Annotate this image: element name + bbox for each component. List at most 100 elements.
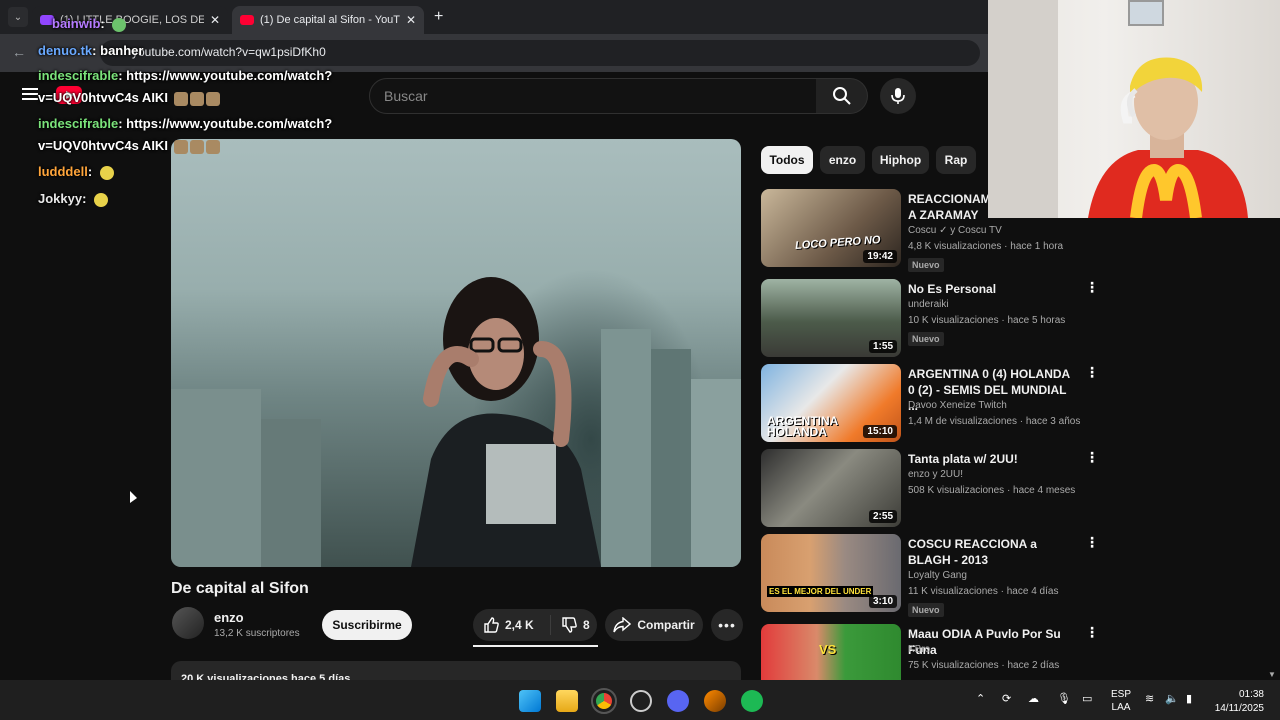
video-duration: 2:55 [868,510,897,523]
thumbnail-caption: VS [819,642,837,657]
chat-message: indescifrable: https://www.youtube.com/w… [38,68,333,83]
video-thumbnail[interactable]: ES EL MEJOR DEL UNDER 3:10 [761,534,901,612]
tab-list-dropdown[interactable]: ⌄ [8,7,28,27]
like-dislike-group: 2,4 K 8 [473,609,597,641]
more-actions-button[interactable]: ••• [711,609,743,641]
recommendation-channel[interactable]: Loyalty Gang [908,570,967,581]
share-button[interactable]: Compartir [605,609,703,641]
video-player[interactable] [171,139,741,567]
channel-avatar[interactable] [172,607,204,639]
windows-start-icon[interactable] [519,690,541,712]
display-icon[interactable]: ▭ [1082,692,1092,705]
video-thumbnail[interactable]: 1:55 [761,279,901,357]
more-options-icon[interactable]: ⋮ [1085,279,1099,296]
emote-icon [205,91,220,106]
back-arrow-icon[interactable]: ← [12,44,26,60]
chat-text: banher [100,43,144,58]
video-duration: 1:55 [868,340,897,353]
url-text[interactable]: youtube.com/watch?v=qw1psiDfKh0 [132,45,326,59]
clock-date: 14/11/2025 [1214,703,1264,714]
video-thumbnail[interactable]: LOCO PERO NO 19:42 [761,189,901,267]
video-thumbnail[interactable]: 2:55 [761,449,901,527]
dislike-button[interactable]: 8 [551,617,590,633]
recommendation-title[interactable]: REACCIONAMOS A ZARAMAY al ES [908,191,988,223]
emote-icon [205,139,220,154]
chat-username: denuo.tk [38,43,93,58]
volume-icon[interactable]: 🔈 [1165,692,1179,705]
recommendation-meta: 10 K visualizaciones · hace 5 horas [908,315,1066,326]
search-button[interactable] [816,78,868,114]
channel-name[interactable]: enzo [214,610,244,625]
recommendation-channel[interactable]: enzo y 2UU! [908,469,963,480]
more-options-icon[interactable]: ⋮ [1085,624,1099,641]
recommendation-channel[interactable]: Coscu ✓ y Coscu TV [908,225,1002,236]
recommendation-item[interactable]: 1:55 No Es Personal underaiki 10 K visua… [761,279,1101,359]
video-duration: 19:42 [863,250,897,263]
chat-text: https://www.youtube.com/watch? [126,116,333,131]
cloud-icon[interactable]: ☁ [1028,692,1039,705]
chip-enzo[interactable]: enzo [820,146,865,174]
chevron-up-icon[interactable]: ⌃ [976,692,985,705]
voice-search-button[interactable] [880,78,916,114]
search-input[interactable]: Buscar [369,78,817,114]
recommendation-meta: 508 K visualizaciones · hace 4 meses [908,485,1076,496]
thumbnail-caption: ES EL MEJOR DEL UNDER [767,586,874,597]
file-explorer-icon[interactable] [556,690,578,712]
video-thumbnail[interactable]: VS [761,624,901,680]
close-tab-icon[interactable]: ✕ [406,13,416,27]
wifi-icon[interactable]: ≋ [1145,692,1154,705]
dislike-count: 8 [583,618,590,632]
recommendation-meta: 11 K visualizaciones · hace 4 días [908,586,1059,597]
chip-todos[interactable]: Todos [761,146,813,174]
spotify-icon[interactable] [741,690,763,712]
recommendation-item[interactable]: ARGENTINA HOLANDA 15:10 ARGENTINA 0 (4) … [761,364,1101,444]
emote-icon [189,139,204,154]
emote-icon [99,165,114,180]
close-tab-icon[interactable]: ✕ [210,13,220,27]
chrome-icon[interactable] [591,688,617,714]
language-indicator[interactable]: ESP LAA [1110,688,1132,714]
recommendation-item[interactable]: VS Maau ODIA A Puvlo Por Su Funa KBro 75… [761,624,1101,680]
battery-icon[interactable]: ▮ [1186,692,1192,705]
emote-icon [94,192,109,207]
system-clock[interactable]: 01:38 14/11/2025 [1212,688,1264,716]
emote-icon [173,91,188,106]
chat-username: indescifrable [38,116,119,131]
chat-message: denuo.tk: banher [38,43,144,58]
new-badge: Nuevo [908,258,944,272]
like-button[interactable]: 2,4 K [473,615,551,635]
subscribe-button[interactable]: Suscribirme [322,610,412,640]
menu-icon[interactable] [22,88,38,100]
discord-icon[interactable] [667,690,689,712]
thumbs-down-icon [562,617,577,633]
building-shape [691,379,741,567]
chat-message: indescifrable: https://www.youtube.com/w… [38,116,333,131]
recommendation-item[interactable]: ES EL MEJOR DEL UNDER 3:10 COSCU REACCIO… [761,534,1101,617]
recommendation-channel[interactable]: underaiki [908,299,949,310]
recommendation-channel[interactable]: KBro [908,644,930,655]
mouse-cursor-icon [130,491,137,503]
recommendation-item[interactable]: 2:55 Tanta plata w/ 2UU! enzo y 2UU! 508… [761,449,1101,529]
recommendation-title[interactable]: Tanta plata w/ 2UU! [908,451,1078,467]
sync-icon[interactable]: ⟳ [1002,692,1011,705]
app-icon[interactable] [704,690,726,712]
recommendation-title[interactable]: Maau ODIA A Puvlo Por Su Funa [908,626,1078,658]
recommendation-channel[interactable]: Davoo Xeneize Twitch [908,400,1007,411]
more-options-icon[interactable]: ⋮ [1085,364,1099,381]
more-options-icon[interactable]: ⋮ [1085,534,1099,551]
app-icon[interactable] [630,690,652,712]
chat-message: Jokkyy: [38,191,109,207]
more-options-icon[interactable]: ⋮ [1085,449,1099,466]
chip-hiphop[interactable]: Hiphop [872,146,929,174]
microphone-icon[interactable]: 🎙 [1057,692,1071,705]
recommendation-meta: 1,4 M de visualizaciones · hace 3 años [908,416,1081,427]
keyboard-layout: LAA [1111,702,1131,713]
recommendation-title[interactable]: COSCU REACCIONA a BLAGH - 2013 [908,536,1078,568]
browser-tab-active[interactable]: (1) De capital al Sifon - YouTube ✕ [232,6,424,34]
new-tab-button[interactable]: + [434,8,443,26]
scroll-down-arrow-icon[interactable]: ▼ [1268,670,1276,679]
video-thumbnail[interactable]: ARGENTINA HOLANDA 15:10 [761,364,901,442]
recommendation-title[interactable]: No Es Personal [908,281,1078,297]
chip-rap[interactable]: Rap [936,146,976,174]
chat-text: v=UQV0htvvC4s AIKI [38,90,168,105]
